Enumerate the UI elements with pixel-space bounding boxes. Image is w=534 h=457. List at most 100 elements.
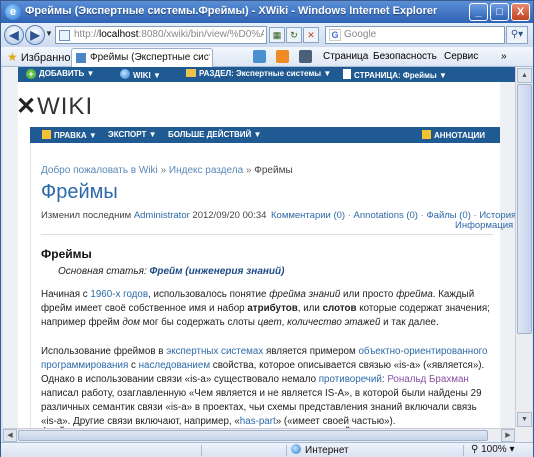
print-icon[interactable] [299,50,312,63]
scroll-up-icon[interactable]: ▲ [517,68,532,83]
refresh-icon[interactable]: ↻ [286,27,302,43]
section-heading: Фреймы [41,247,92,261]
annotations-button[interactable]: АННОТАЦИИ [422,130,485,140]
maximize-button[interactable]: □ [490,3,509,21]
zone-label: Интернет [305,445,349,456]
home-icon[interactable] [253,50,266,63]
close-button[interactable]: X [511,3,530,21]
internet-zone-icon [291,444,301,454]
minimize-button[interactable]: _ [469,3,488,21]
right-gutter [500,82,515,428]
feeds-icon[interactable] [276,50,289,63]
space-menu[interactable]: РАЗДЕЛ: Экспертные системы ▼ [186,69,331,78]
address-bar[interactable]: http://localhost:8080/xwiki/bin/view/%D0… [55,26,267,44]
add-icon: + [26,69,36,79]
history-dropdown-icon[interactable]: ▼ [45,29,53,38]
wiki-link[interactable]: наследованием [139,360,210,371]
main-article-note: Основная статья: Фрейм (инженерия знаний… [58,266,284,277]
note-icon [422,130,431,139]
xwiki-tab-icon [76,53,86,63]
comments-link[interactable]: Комментарии (0) [271,210,345,221]
breadcrumb-current: Фреймы [254,165,293,176]
scrollbar-corner [515,428,532,442]
status-divider [286,445,287,456]
security-zone[interactable]: Интернет [291,444,349,456]
search-placeholder: Google [344,29,377,40]
back-button[interactable]: ◀ [4,25,24,45]
menu-page[interactable]: Страница [323,51,368,62]
document-icon [343,69,351,79]
modified-label: Изменил последним [41,210,132,221]
wiki-link[interactable]: Рональд Брахман [387,374,469,385]
wiki-label: WIKI [133,71,151,80]
status-bar: Интернет ⚲ 100% ▾ [1,442,533,457]
main-article-link[interactable]: Фрейм (инженерия знаний) [150,266,285,277]
search-box[interactable]: G Google [325,26,505,44]
annotations-link[interactable]: Annotations (0) [354,210,418,221]
scroll-down-icon[interactable]: ▼ [517,412,532,427]
compatibility-icon[interactable]: ▦ [269,27,285,43]
add-label: ДОБАВИТЬ [39,69,85,78]
export-menu[interactable]: ЭКСПОРТ ▼ [108,130,156,139]
favorites-button[interactable]: ★ Избранное [7,50,77,64]
page-title: Фреймы [41,181,118,203]
breadcrumb-space[interactable]: Индекс раздела [169,165,243,176]
edit-menu[interactable]: ПРАВКА ▼ [42,130,97,140]
annotations-label: АННОТАЦИИ [434,131,486,140]
page-menu[interactable]: СТРАНИЦА: Фреймы ▼ [343,69,447,80]
horizontal-scroll-thumb[interactable] [18,430,488,441]
wiki-link[interactable]: экспертных системах [166,346,263,357]
main-article-label: Основная статья: [58,266,147,277]
page-icon [59,30,70,41]
browser-tab[interactable]: Фреймы (Экспертные системы... [71,48,213,67]
space-label: РАЗДЕЛ: Экспертные системы [199,69,322,78]
scroll-right-icon[interactable]: ▶ [501,429,515,442]
status-divider [201,445,202,456]
browser-window: e Фреймы (Экспертные системы.Фреймы) - X… [0,0,534,457]
xwiki-logo[interactable]: ✕WIKI [16,92,93,121]
breadcrumb-separator: » [245,165,252,176]
menu-security[interactable]: Безопасность [373,51,437,62]
vertical-scrollbar[interactable]: ▲ ▼ [515,67,532,428]
wiki-menu[interactable]: WIKI ▼ [120,69,161,80]
vertical-scroll-thumb[interactable] [517,84,532,334]
more-label: БОЛЬШЕ ДЕЙСТВИЙ [168,130,252,139]
pencil-icon [42,130,51,139]
title-bar[interactable]: e Фреймы (Экспертные системы.Фреймы) - X… [1,1,533,23]
address-toolbar: ◀ ▶ ▼ http://localhost:8080/xwiki/bin/vi… [1,23,533,47]
breadcrumb: Добро пожаловать в Wiki » Индекс раздела… [41,165,293,176]
page-viewport: + ДОБАВИТЬ ▼ WIKI ▼ РАЗДЕЛ: Экспертные си… [3,67,515,428]
wiki-link[interactable]: противоречий [319,374,382,385]
zoom-level: 100% [481,444,507,455]
favorites-label: Избранное [20,52,77,64]
search-button[interactable]: ⚲▾ [506,26,528,44]
more-actions-menu[interactable]: БОЛЬШЕ ДЕЙСТВИЙ ▼ [168,130,261,139]
wiki-link[interactable]: 1960-х годов [90,289,148,300]
logo-text: WIKI [37,93,94,120]
forward-button[interactable]: ▶ [25,25,45,45]
ie-logo-icon: e [5,4,21,20]
address-url[interactable]: http://localhost:8080/xwiki/bin/view/%D0… [74,29,264,40]
add-menu[interactable]: + ДОБАВИТЬ ▼ [26,69,94,79]
information-link[interactable]: Информация [455,220,513,231]
author-link[interactable]: Administrator [134,210,190,221]
xwiki-top-menu: + ДОБАВИТЬ ▼ WIKI ▼ РАЗДЕЛ: Экспертные си… [18,67,515,82]
scroll-left-icon[interactable]: ◀ [3,429,17,442]
zoom-control[interactable]: ⚲ 100% ▾ [471,444,515,455]
horizontal-scrollbar[interactable]: ◀ ▶ [3,428,515,442]
status-divider [463,445,464,456]
tab-label: Фреймы (Экспертные системы... [90,52,210,63]
page-actions-bar: ПРАВКА ▼ ЭКСПОРТ ▼ БОЛЬШЕ ДЕЙСТВИЙ ▼ АНН… [30,127,500,143]
page-label: СТРАНИЦА: Фреймы [354,71,437,80]
toolbar-overflow-icon[interactable]: » [501,51,507,62]
paragraph-2: Использование фреймов в экспертных систе… [41,346,488,427]
menu-tools[interactable]: Сервис [444,51,478,62]
favorites-bar: ★ Избранное Фреймы (Экспертные системы..… [1,47,533,67]
breadcrumb-home[interactable]: Добро пожаловать в Wiki [41,165,158,176]
wiki-link[interactable]: объектно-ориентированного программирован… [41,346,487,371]
paragraph-1: Начиная с 1960-х годов, использовалось п… [41,289,490,328]
left-gutter [3,67,18,428]
google-icon: G [329,29,341,41]
divider [41,234,493,235]
stop-icon[interactable]: ✕ [303,27,319,43]
